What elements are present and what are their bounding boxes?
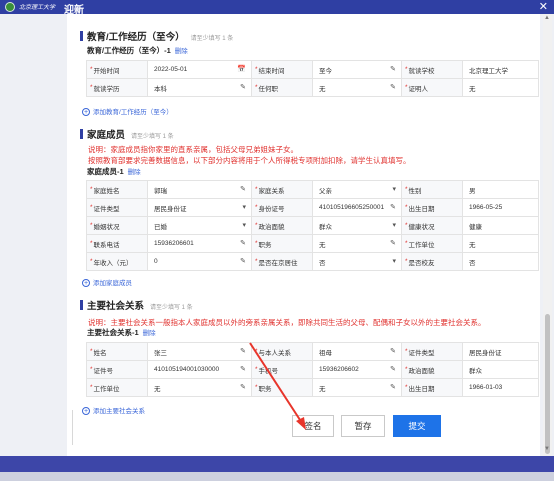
bottom-strip — [0, 472, 554, 481]
annotation-arrow — [249, 342, 306, 430]
